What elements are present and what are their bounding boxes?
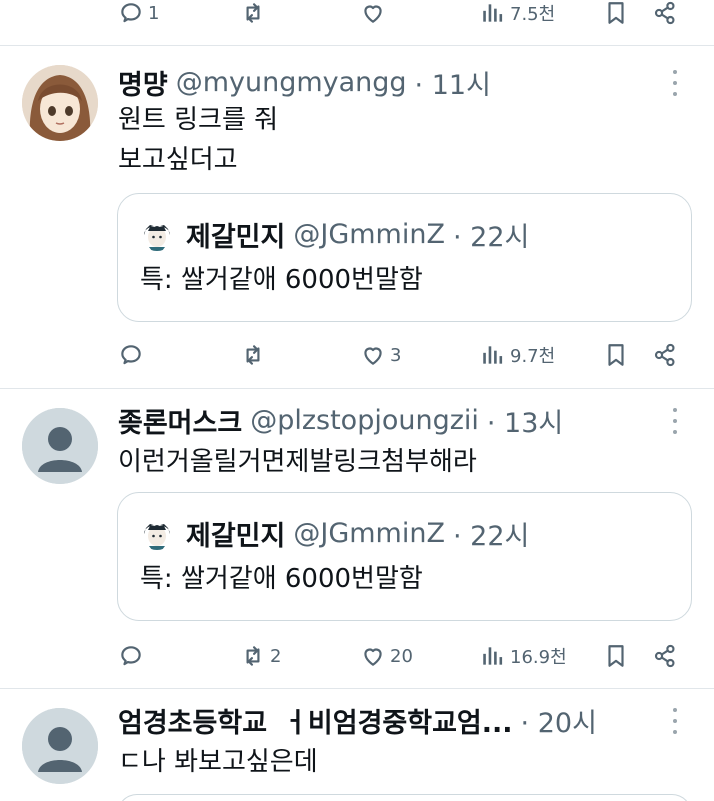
retweet-button[interactable] — [240, 0, 266, 33]
display-name[interactable]: 명먕 — [118, 63, 168, 102]
share-icon — [654, 644, 675, 668]
like-count: 20 — [390, 645, 413, 667]
views-count: 16.9천 — [510, 647, 567, 668]
reply-count: 1 — [148, 2, 160, 24]
display-name[interactable]: 엄경초등학교 — [118, 701, 267, 740]
views-button[interactable]: 7.5천 — [480, 0, 555, 33]
tweet[interactable]: 명먕 @myungmyangg · 11시 원트 링크를 줘 보고싶더고 제갈민… — [0, 62, 714, 386]
divider — [0, 688, 714, 689]
reply-button[interactable]: 1 — [118, 0, 159, 33]
tweet-text-line: ㄷ나 봐보고싶은데 — [118, 747, 318, 777]
bookmark-button[interactable] — [603, 0, 629, 33]
tweet-header: 엄경초등학교 ㅓ비엄경중학교엄... · 20시 — [118, 700, 597, 740]
views-icon — [483, 346, 503, 364]
anime-avatar-icon — [140, 516, 174, 550]
retweet-icon — [246, 345, 260, 365]
views-icon — [483, 4, 503, 22]
tweet-header: 명먕 @myungmyangg · 11시 — [118, 62, 491, 102]
like-count: 3 — [390, 344, 402, 366]
views-icon — [483, 647, 503, 665]
more-button[interactable] — [668, 708, 682, 734]
quoted-timestamp: · 22시 — [452, 221, 530, 253]
timestamp[interactable]: · 20시 — [521, 701, 597, 740]
reply-icon — [121, 3, 141, 23]
tweet-text-line: 이런거올릴거면제발링크첨부해라 — [118, 447, 477, 477]
avatar[interactable] — [22, 708, 98, 784]
reply-icon — [121, 646, 141, 666]
tweet[interactable]: 좆론머스크 @plzstopjoungzii · 13시 이런거올릴거면제발링크… — [0, 400, 714, 685]
tweet-action-bar: 2 20 16.9천 — [0, 636, 714, 676]
retweet-button[interactable]: 2 — [240, 636, 281, 676]
user-handle[interactable]: @plzstopjoungzii — [250, 405, 479, 436]
share-button[interactable] — [652, 335, 678, 375]
tweet-text-line: 원트 링크를 줘 — [118, 105, 279, 135]
more-button[interactable] — [668, 408, 682, 434]
display-name-truncated[interactable]: ㅓ비엄경중학교엄... — [283, 701, 513, 740]
quoted-display-name: 제갈민지 — [186, 520, 286, 552]
quoted-avatar — [140, 217, 174, 251]
quoted-avatar — [140, 516, 174, 550]
share-button[interactable] — [652, 636, 678, 676]
like-button[interactable] — [360, 0, 386, 33]
divider — [0, 388, 714, 389]
reply-button[interactable] — [118, 335, 144, 375]
user-handle[interactable]: @myungmyangg — [176, 67, 407, 98]
tweet-action-bar: 3 9.7천 — [0, 335, 714, 375]
like-button[interactable]: 20 — [360, 636, 413, 676]
retweet-button[interactable] — [240, 335, 266, 375]
quoted-user-handle: @JGmminZ — [293, 517, 445, 549]
reply-icon — [121, 345, 141, 365]
quoted-user-handle: @JGmminZ — [293, 218, 445, 250]
quoted-tweet-header: 제갈민지 @JGmminZ · 22시 — [140, 214, 529, 254]
timestamp[interactable]: · 13시 — [487, 401, 563, 440]
bookmark-icon — [608, 2, 624, 24]
like-button[interactable]: 3 — [360, 335, 401, 375]
quoted-tweet[interactable]: 제갈민지 @JGmminZ · 22시 특: 쌀거같애 6000번말함 — [117, 492, 692, 621]
anime-avatar-icon — [22, 65, 98, 141]
quoted-tweet[interactable] — [117, 794, 692, 801]
retweet-count: 2 — [270, 645, 282, 667]
quoted-tweet-text: 특: 쌀거같애 6000번말함 — [140, 564, 423, 594]
heart-icon — [364, 648, 382, 666]
display-name[interactable]: 좆론머스크 — [118, 401, 242, 440]
quoted-tweet-header: 제갈민지 @JGmminZ · 22시 — [140, 513, 529, 553]
views-count: 7.5천 — [510, 4, 556, 25]
heart-icon — [364, 347, 382, 365]
tweet-text-line: 보고싶더고 — [118, 145, 238, 175]
bookmark-icon — [608, 645, 624, 667]
retweet-icon — [246, 3, 260, 23]
share-button[interactable] — [652, 0, 678, 33]
avatar[interactable] — [22, 65, 98, 141]
views-button[interactable]: 9.7천 — [480, 335, 555, 375]
heart-icon — [364, 5, 382, 23]
share-icon — [654, 343, 675, 367]
tweet-header: 좆론머스크 @plzstopjoungzii · 13시 — [118, 400, 563, 440]
bookmark-button[interactable] — [603, 636, 629, 676]
anime-avatar-icon — [140, 217, 174, 251]
reply-button[interactable] — [118, 636, 144, 676]
default-avatar-icon — [22, 408, 98, 484]
views-button[interactable]: 16.9천 — [480, 636, 567, 676]
bookmark-button[interactable] — [603, 335, 629, 375]
quoted-display-name: 제갈민지 — [186, 221, 286, 253]
share-icon — [654, 1, 675, 25]
top-action-bar: 1 7.5천 — [0, 0, 714, 33]
bookmark-icon — [608, 344, 624, 366]
avatar[interactable] — [22, 408, 98, 484]
quoted-timestamp: · 22시 — [452, 520, 530, 552]
default-avatar-icon — [22, 708, 98, 784]
divider — [0, 45, 714, 46]
retweet-icon — [246, 646, 260, 666]
timestamp[interactable]: · 11시 — [415, 63, 491, 102]
views-count: 9.7천 — [510, 346, 556, 367]
more-button[interactable] — [668, 70, 682, 96]
tweet[interactable]: 엄경초등학교 ㅓ비엄경중학교엄... · 20시 ㄷ나 봐보고싶은데 — [0, 700, 714, 801]
quoted-tweet-text: 특: 쌀거같애 6000번말함 — [140, 265, 423, 295]
quoted-tweet[interactable]: 제갈민지 @JGmminZ · 22시 특: 쌀거같애 6000번말함 — [117, 193, 692, 322]
